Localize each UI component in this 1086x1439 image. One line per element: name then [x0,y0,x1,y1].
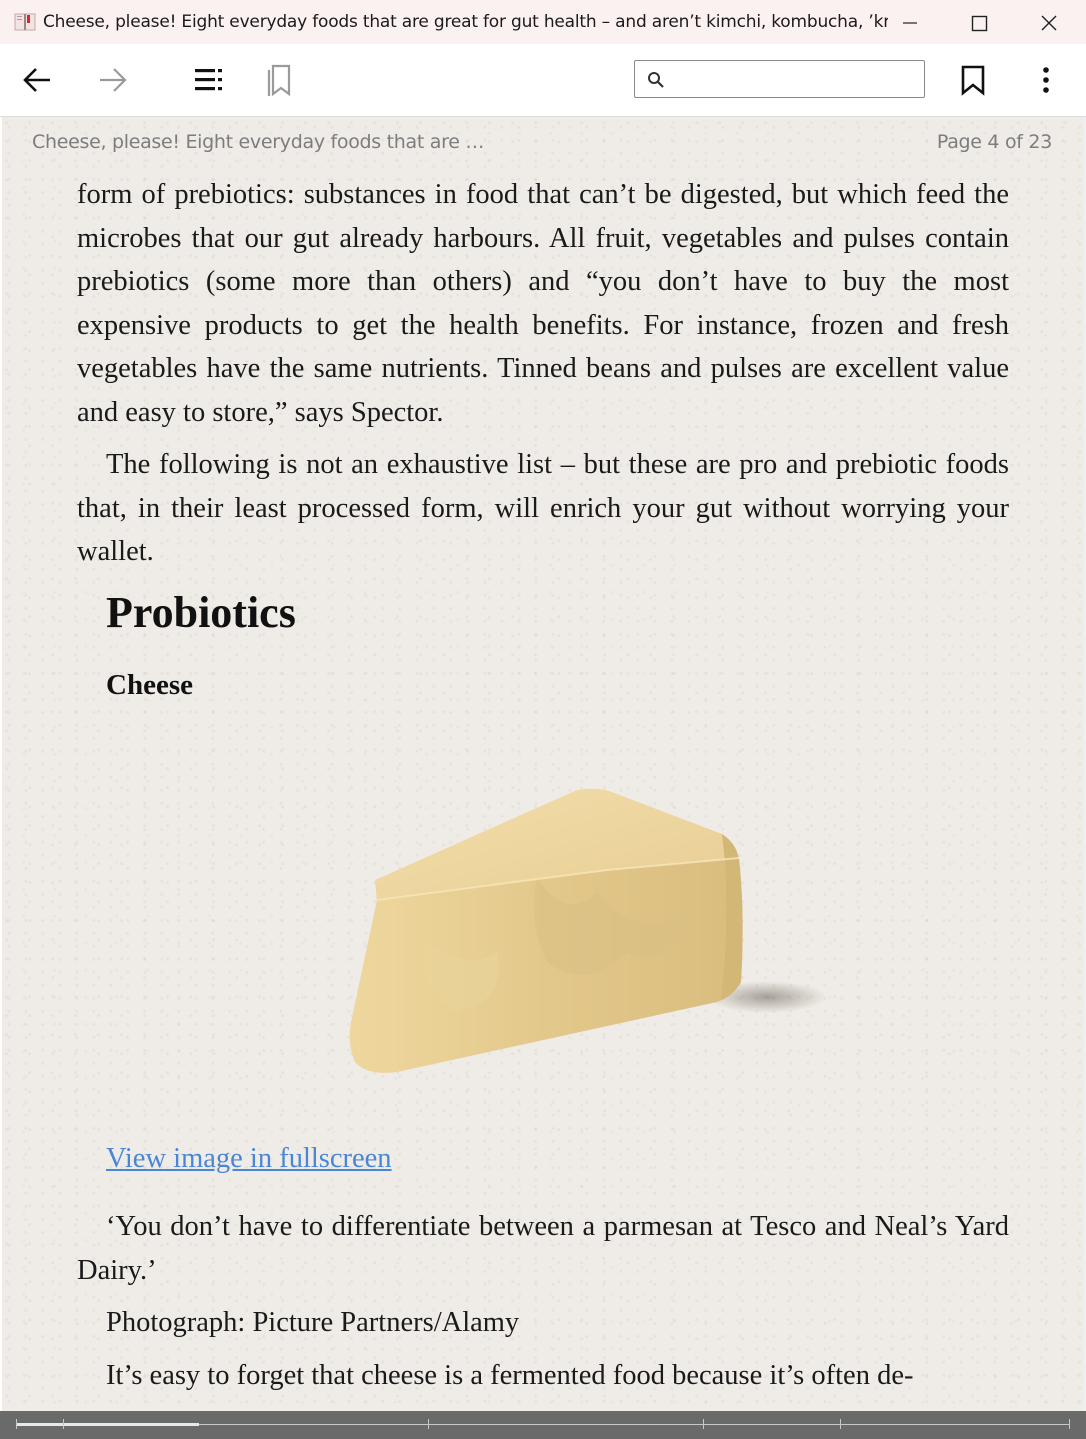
bookmarks-icon [267,64,291,97]
minimize-button[interactable] [885,6,935,40]
running-head: Cheese, please! Eight everyday foods tha… [32,131,485,153]
paragraph: It’s easy to forget that cheese is a fer… [106,1360,914,1391]
maximize-button[interactable] [955,6,1005,40]
bookmark-page-button[interactable] [951,58,995,102]
cheese-image[interactable] [337,782,827,1082]
chapter-tick [63,1419,64,1429]
table-of-contents-icon [195,69,222,91]
more-options-button[interactable] [1024,58,1068,102]
more-vertical-icon [1043,67,1049,93]
arrow-left-icon [23,68,50,92]
paragraph: form of prebiotics: substances in food t… [77,179,1009,428]
image-caption: ‘You don’t have to differentiate between… [77,1211,1009,1286]
subsection-heading: Cheese [106,669,193,701]
arrow-right-icon [100,68,127,92]
progress-fill [16,1423,199,1426]
back-button[interactable] [16,58,60,102]
title-bar: Cheese, please! Eight everyday foods tha… [0,0,1086,44]
paragraph: The following is not an exhaustive list … [77,449,1009,568]
book-app-icon [14,12,36,32]
page-indicator: Page 4 of 23 [936,131,1052,153]
table-of-contents-button[interactable] [187,58,231,102]
image-credit: Photograph: Picture Partners/Alamy [106,1307,520,1338]
chapter-tick [16,1419,17,1429]
chapter-tick [428,1419,429,1429]
search-input[interactable] [671,65,920,95]
search-icon [648,72,664,88]
bookmarks-list-button[interactable] [259,58,303,102]
reader-toolbar [0,44,1086,117]
chapter-tick [1069,1419,1070,1429]
close-button[interactable] [1024,6,1074,40]
chapter-tick [703,1419,704,1429]
bookmark-icon [961,65,985,96]
reader-page[interactable]: Cheese, please! Eight everyday foods tha… [2,117,1084,1411]
search-field[interactable] [634,60,925,98]
window-title: Cheese, please! Eight everyday foods tha… [43,12,888,32]
reading-progress-bar[interactable] [0,1411,1086,1439]
forward-button[interactable] [90,58,134,102]
view-fullscreen-link[interactable]: View image in fullscreen [106,1143,392,1175]
chapter-tick [840,1419,841,1429]
section-heading: Probiotics [106,588,296,637]
